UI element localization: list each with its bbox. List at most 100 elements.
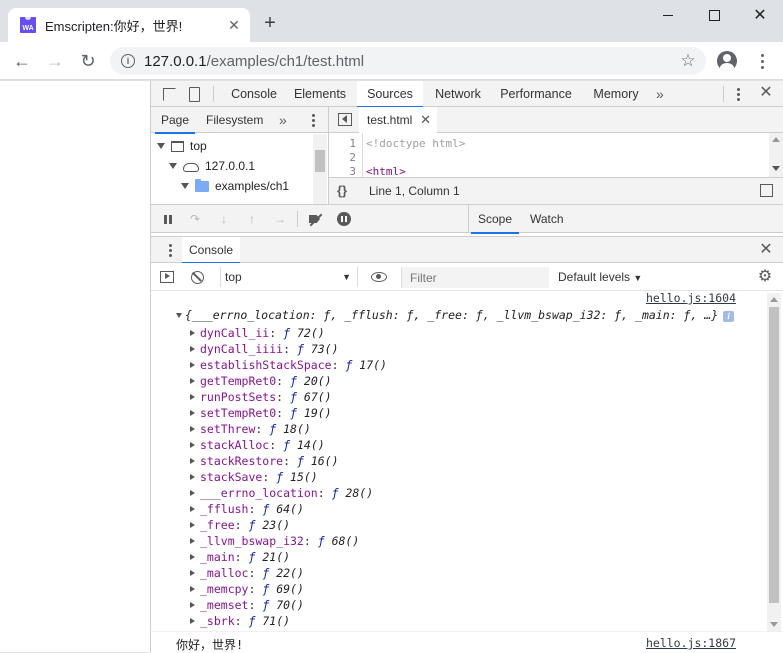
inspect-element-icon[interactable] bbox=[160, 85, 178, 103]
log-levels-dropdown[interactable]: Default levels ▼ bbox=[558, 267, 642, 287]
tab-close-icon[interactable]: ✕ bbox=[226, 17, 242, 33]
tab-elements[interactable]: Elements bbox=[289, 81, 351, 107]
object-property-row[interactable]: _main: ƒ 21() bbox=[190, 549, 290, 565]
tab-network[interactable]: Network bbox=[428, 81, 488, 107]
toggle-debugger-icon[interactable] bbox=[760, 184, 773, 197]
expand-triangle-icon[interactable] bbox=[190, 426, 195, 432]
console-scrollbar[interactable] bbox=[767, 293, 781, 631]
back-arrow-icon[interactable]: ← bbox=[10, 49, 34, 73]
tree-item-host[interactable]: 127.0.0.1 bbox=[169, 156, 255, 176]
deactivate-breakpoints-icon[interactable] bbox=[307, 212, 321, 226]
object-property-row[interactable]: _free: ƒ 23() bbox=[190, 517, 290, 533]
expand-triangle-icon[interactable] bbox=[190, 362, 195, 368]
pause-on-exceptions-icon[interactable] bbox=[337, 212, 351, 226]
object-property-row[interactable]: stackSave: ƒ 15() bbox=[190, 469, 318, 485]
new-tab-icon[interactable]: + bbox=[260, 13, 280, 34]
bookmark-star-icon[interactable]: ☆ bbox=[678, 51, 698, 71]
expand-triangle-icon[interactable] bbox=[190, 618, 195, 624]
expand-triangle-icon[interactable] bbox=[190, 538, 195, 544]
expand-triangle-icon[interactable] bbox=[190, 410, 195, 416]
tab-watch[interactable]: Watch bbox=[530, 205, 564, 233]
browser-menu-icon[interactable] bbox=[752, 51, 772, 71]
expand-triangle-icon[interactable] bbox=[190, 394, 195, 400]
expand-triangle-icon[interactable] bbox=[190, 570, 195, 576]
logged-object[interactable]: {___errno_location: ƒ, _fflush: ƒ, _free… bbox=[176, 308, 735, 322]
step-over-icon[interactable]: ↷ bbox=[188, 212, 202, 226]
step-icon[interactable]: → bbox=[273, 212, 287, 226]
tree-item-folder[interactable]: examples/ch1 bbox=[181, 176, 289, 196]
more-chevron-icon[interactable]: » bbox=[279, 112, 287, 128]
console-settings-gear-icon[interactable]: ⚙ bbox=[757, 269, 773, 285]
source-link[interactable]: hello.js:1867 bbox=[646, 636, 736, 650]
tab-memory[interactable]: Memory bbox=[587, 81, 645, 107]
object-property-row[interactable]: _malloc: ƒ 22() bbox=[190, 565, 304, 581]
code-content[interactable]: 1 2 3 <!doctype html> <html> bbox=[329, 133, 783, 177]
object-property-row[interactable]: runPostSets: ƒ 67() bbox=[190, 389, 332, 405]
file-tab-test-html[interactable]: test.html ✕ bbox=[359, 107, 437, 133]
maximize-button[interactable] bbox=[691, 0, 737, 30]
expand-triangle-icon[interactable] bbox=[190, 346, 195, 352]
toggle-navigator-icon[interactable] bbox=[338, 113, 352, 126]
scroll-down-icon[interactable] bbox=[772, 166, 780, 171]
scrollbar-thumb[interactable] bbox=[315, 150, 325, 172]
scrollbar-thumb[interactable] bbox=[769, 307, 779, 603]
object-info-icon[interactable]: i bbox=[723, 311, 735, 322]
object-property-row[interactable]: getTempRet0: ƒ 20() bbox=[190, 373, 332, 389]
browser-tab[interactable]: WA Emscripten:你好，世界! ✕ bbox=[8, 8, 250, 42]
scroll-up-icon[interactable] bbox=[770, 297, 778, 302]
scroll-up-icon[interactable] bbox=[772, 137, 780, 142]
pretty-print-icon[interactable]: {} bbox=[337, 183, 347, 198]
step-into-icon[interactable]: ↓ bbox=[217, 212, 231, 226]
object-property-row[interactable]: _llvm_bswap_i32: ƒ 68() bbox=[190, 533, 359, 549]
tab-page[interactable]: Page bbox=[154, 107, 196, 134]
object-property-row[interactable]: setTempRet0: ƒ 19() bbox=[190, 405, 332, 421]
devtools-menu-icon[interactable] bbox=[731, 87, 745, 101]
expand-triangle-icon[interactable] bbox=[190, 490, 195, 496]
object-property-row[interactable]: _fflush: ƒ 64() bbox=[190, 501, 304, 517]
drawer-menu-icon[interactable] bbox=[163, 243, 177, 257]
drawer-close-icon[interactable]: ✕ bbox=[757, 241, 775, 259]
tab-performance[interactable]: Performance bbox=[495, 81, 577, 107]
expand-triangle-icon[interactable] bbox=[190, 554, 195, 560]
object-property-row[interactable]: dynCall_ii: ƒ 72() bbox=[190, 325, 325, 341]
expand-triangle-icon[interactable] bbox=[190, 458, 195, 464]
object-property-row[interactable]: _sbrk: ƒ 71() bbox=[190, 613, 290, 629]
step-out-icon[interactable]: ↑ bbox=[245, 212, 259, 226]
minimize-button[interactable] bbox=[645, 0, 691, 30]
tab-sources[interactable]: Sources bbox=[357, 81, 423, 108]
expand-triangle-icon[interactable] bbox=[190, 586, 195, 592]
object-property-row[interactable]: _memset: ƒ 70() bbox=[190, 597, 304, 613]
context-selector[interactable]: top ▼ bbox=[220, 267, 358, 287]
object-property-row[interactable]: establishStackSpace: ƒ 17() bbox=[190, 357, 387, 373]
object-property-row[interactable]: _memcpy: ƒ 69() bbox=[190, 581, 304, 597]
expand-triangle-icon[interactable] bbox=[190, 330, 195, 336]
close-file-icon[interactable]: ✕ bbox=[420, 107, 431, 133]
more-tabs-chevron-icon[interactable]: » bbox=[656, 86, 664, 102]
expand-triangle-icon[interactable] bbox=[190, 602, 195, 608]
pause-icon[interactable] bbox=[161, 212, 175, 226]
devtools-close-icon[interactable]: ✕ bbox=[757, 84, 775, 102]
object-property-row[interactable]: ___errno_location: ƒ 28() bbox=[190, 485, 373, 501]
editor-scrollbar[interactable] bbox=[769, 133, 783, 177]
navigator-scrollbar[interactable] bbox=[313, 134, 327, 204]
site-info-icon[interactable]: i bbox=[121, 54, 135, 68]
object-property-row[interactable]: stackAlloc: ƒ 14() bbox=[190, 437, 325, 453]
expand-triangle-icon[interactable] bbox=[190, 442, 195, 448]
tab-console[interactable]: Console bbox=[225, 81, 283, 107]
object-property-row[interactable]: dynCall_iiii: ƒ 73() bbox=[190, 341, 339, 357]
object-property-row[interactable]: stackRestore: ƒ 16() bbox=[190, 453, 339, 469]
tab-scope[interactable]: Scope bbox=[470, 205, 520, 234]
forward-arrow-icon[interactable]: → bbox=[43, 49, 67, 73]
source-link[interactable]: hello.js:1604 bbox=[646, 291, 736, 305]
url-text[interactable]: 127.0.0.1/examples/ch1/test.html bbox=[144, 53, 678, 70]
scroll-down-icon[interactable] bbox=[770, 622, 778, 627]
expand-triangle-icon[interactable] bbox=[190, 474, 195, 480]
expand-triangle-icon[interactable] bbox=[190, 522, 195, 528]
clear-console-icon[interactable] bbox=[191, 271, 204, 284]
device-toolbar-icon[interactable] bbox=[185, 85, 203, 103]
navigator-menu-icon[interactable] bbox=[306, 113, 320, 127]
console-filter-input[interactable] bbox=[401, 267, 549, 288]
address-bar[interactable]: i 127.0.0.1/examples/ch1/test.html ☆ bbox=[110, 47, 706, 75]
tab-filesystem[interactable]: Filesystem bbox=[206, 107, 263, 133]
profile-avatar-icon[interactable] bbox=[717, 51, 737, 71]
